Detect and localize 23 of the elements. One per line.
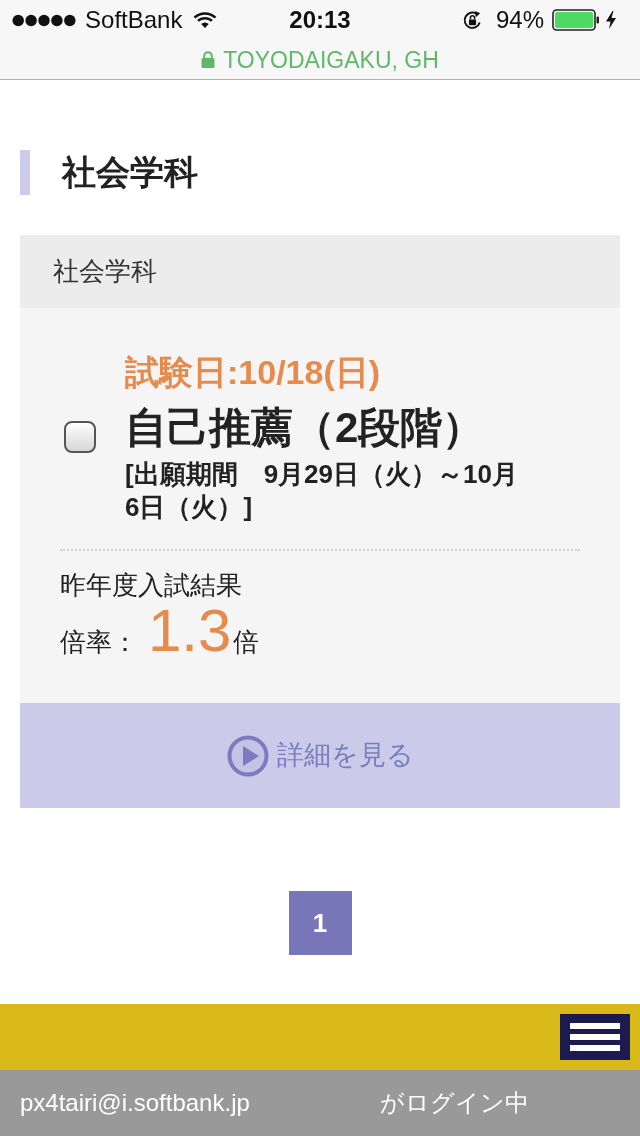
menu-icon xyxy=(570,1023,620,1051)
login-status: がログイン中 xyxy=(380,1088,529,1118)
details-button[interactable]: 詳細を見る xyxy=(20,703,620,808)
clock-time: 20:13 xyxy=(289,6,351,34)
battery-percentage: 94% xyxy=(495,6,544,34)
ratio-value: 1.3 xyxy=(148,601,232,661)
signal-icon xyxy=(12,13,77,27)
application-period: [出願期間 9月29日（火）～10月6日（火）] xyxy=(125,458,519,524)
exam-date: 試験日:10/18(日) xyxy=(125,352,382,393)
results-label: 昨年度入試結果 xyxy=(60,569,243,601)
exam-title: 自己推薦（2段階） xyxy=(125,403,486,453)
card-header: 社会学科 xyxy=(20,235,620,308)
ratio-label: 倍率： xyxy=(60,626,138,659)
page-number-button[interactable]: 1 xyxy=(288,891,352,955)
ratio-unit: 倍 xyxy=(233,626,260,659)
checkbox[interactable] xyxy=(64,421,96,453)
menu-button[interactable] xyxy=(560,1014,630,1060)
wifi-icon xyxy=(193,11,218,29)
play-icon xyxy=(226,734,269,777)
user-email: px4tairi@i.softbank.jp xyxy=(20,1088,251,1118)
page-heading: 社会学科 xyxy=(20,150,620,195)
carrier-name: SoftBank xyxy=(85,6,183,34)
battery-icon xyxy=(552,9,600,31)
